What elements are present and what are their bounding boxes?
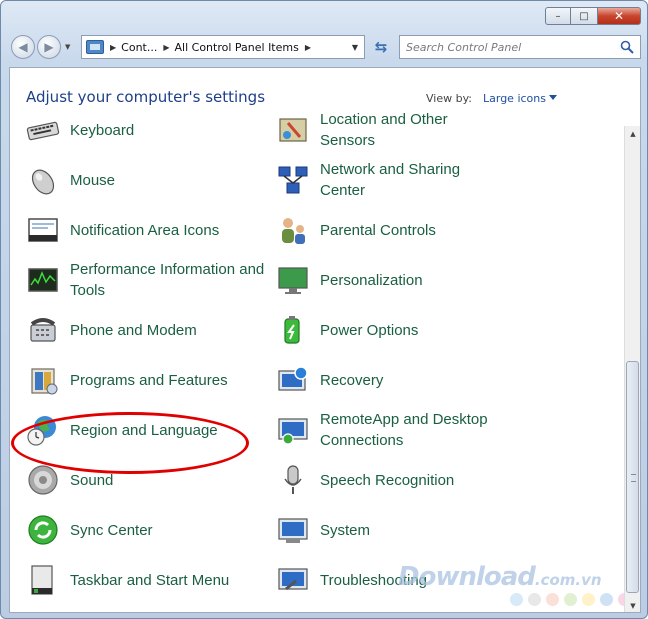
item-label: Parental Controls: [320, 221, 436, 239]
speaker-icon: [28, 465, 58, 495]
watermark-logo: Download.com.vn: [398, 562, 602, 592]
item-label: Mouse: [70, 171, 116, 189]
recovery-icon: [278, 366, 308, 391]
programs-icon: [31, 368, 58, 395]
search-input[interactable]: Search Control Panel: [399, 35, 641, 59]
item-mouse[interactable]: Mouse: [26, 156, 266, 204]
item-label: Power Options: [320, 321, 419, 339]
item-remoteapp-and-desktop-connections[interactable]: RemoteApp and Desktop Connections: [276, 406, 506, 454]
item-label: Speech Recognition: [320, 471, 455, 489]
scroll-up-arrow-icon[interactable]: ▲: [625, 126, 640, 142]
item-label: Keyboard: [70, 121, 135, 139]
power-icon: [284, 316, 300, 344]
caption-buttons: – □ ✕: [545, 7, 641, 25]
keyboard-icon: [26, 121, 60, 141]
forward-button[interactable]: ▶: [37, 35, 61, 59]
arrow-right-icon: ▶: [44, 40, 54, 54]
address-bar[interactable]: ▶ Cont... ▶ All Control Panel Items ▶ ▼: [81, 35, 365, 59]
watermark-suffix: .com.vn: [534, 571, 602, 589]
item-personalization[interactable]: Personalization: [276, 256, 506, 304]
watermark-dot: [546, 593, 559, 606]
view-by-label: View by:: [426, 92, 472, 105]
item-performance-information[interactable]: Performance Information and Tools: [26, 256, 266, 304]
item-system[interactable]: System: [276, 506, 506, 554]
item-power-options[interactable]: Power Options: [276, 306, 506, 354]
minimize-button[interactable]: –: [545, 7, 571, 25]
item-label: Recovery: [320, 371, 384, 389]
parental-icon: [282, 218, 305, 244]
item-label: Notification Area Icons: [70, 221, 220, 239]
item-label: RemoteApp and Desktop Connections: [320, 411, 488, 449]
troubleshooting-icon: [278, 568, 308, 591]
item-network-and-sharing-center[interactable]: Network and Sharing Center: [276, 156, 506, 204]
item-label: Performance Information and Tools: [70, 261, 265, 299]
page-title: Adjust your computer's settings: [26, 88, 266, 106]
remoteapp-icon: [278, 418, 308, 445]
dropdown-arrow-icon[interactable]: [549, 95, 557, 100]
scrollbar-grip: [631, 474, 636, 482]
watermark-brand: Download: [398, 562, 536, 592]
breadcrumb-item[interactable]: Cont...: [121, 41, 157, 54]
watermark-dot: [600, 593, 613, 606]
address-dropdown-button[interactable]: ▼: [346, 36, 364, 58]
item-label: Network and Sharing Center: [320, 161, 461, 199]
breadcrumb-item[interactable]: All Control Panel Items: [175, 41, 299, 54]
refresh-button[interactable]: ⇆: [369, 35, 393, 59]
taskbar-icon: [31, 565, 53, 595]
network-icon: [278, 166, 308, 194]
performance-icon: [28, 268, 58, 292]
sync-icon: [28, 515, 58, 545]
view-by-dropdown[interactable]: Large icons: [483, 92, 546, 105]
arrow-left-icon: ◀: [18, 40, 28, 54]
refresh-icon: ⇆: [374, 38, 388, 56]
item-taskbar-and-start-menu[interactable]: Taskbar and Start Menu: [26, 556, 266, 604]
item-sync-center[interactable]: Sync Center: [26, 506, 266, 554]
item-label: Programs and Features: [70, 371, 228, 389]
control-panel-items: Keyboard Mouse Notification Area Icons P…: [10, 111, 626, 612]
item-keyboard[interactable]: Keyboard: [26, 106, 266, 154]
item-recovery[interactable]: Recovery: [276, 356, 506, 404]
control-panel-icon: [86, 40, 104, 54]
watermark-dot: [582, 593, 595, 606]
personalization-icon: [278, 267, 308, 294]
sensor-icon: [279, 118, 307, 142]
item-phone-and-modem[interactable]: Phone and Modem: [26, 306, 266, 354]
item-label: Personalization: [320, 271, 423, 289]
item-label: Phone and Modem: [70, 321, 197, 339]
watermark-dot: [528, 593, 541, 606]
item-notification-area-icons[interactable]: Notification Area Icons: [26, 206, 266, 254]
navigation-bar: ◀ ▶ ▼ ▶ Cont... ▶ All Control Panel Item…: [9, 33, 641, 61]
microphone-icon: [284, 465, 302, 494]
item-programs-and-features[interactable]: Programs and Features: [26, 356, 266, 404]
control-panel-content: Adjust your computer's settings View by:…: [9, 67, 641, 613]
scrollbar-thumb[interactable]: [626, 361, 639, 593]
breadcrumb-separator-icon[interactable]: ▶: [110, 43, 116, 52]
mouse-icon: [31, 169, 55, 195]
system-icon: [278, 518, 308, 543]
search-placeholder: Search Control Panel: [406, 40, 522, 54]
back-button[interactable]: ◀: [11, 35, 35, 59]
close-button[interactable]: ✕: [597, 7, 641, 25]
breadcrumb-separator-icon[interactable]: ▶: [305, 43, 311, 52]
scroll-down-arrow-icon[interactable]: ▼: [625, 598, 640, 612]
maximize-button[interactable]: □: [571, 7, 597, 25]
control-panel-window: – □ ✕ ◀ ▶ ▼ ▶ Cont... ▶ All Control Pane…: [0, 0, 648, 619]
highlight-annotation: [11, 412, 249, 474]
vertical-scrollbar[interactable]: ▲ ▼: [624, 126, 640, 612]
search-icon[interactable]: [620, 40, 634, 54]
item-label: System: [320, 521, 371, 539]
breadcrumb-separator-icon[interactable]: ▶: [163, 43, 169, 52]
item-label: Location and Other Sensors: [320, 111, 448, 149]
watermark-dots: [510, 593, 636, 606]
notification-area-icon: [28, 218, 58, 242]
item-label: Taskbar and Start Menu: [70, 571, 230, 589]
item-speech-recognition[interactable]: Speech Recognition: [276, 456, 506, 504]
recent-pages-dropdown[interactable]: ▼: [65, 43, 70, 51]
item-location-and-other-sensors[interactable]: Location and Other Sensors: [276, 106, 506, 154]
item-parental-controls[interactable]: Parental Controls: [276, 206, 506, 254]
watermark-dot: [564, 593, 577, 606]
phone-icon: [30, 318, 56, 342]
item-label: Sync Center: [70, 521, 153, 539]
watermark-dot: [510, 593, 523, 606]
